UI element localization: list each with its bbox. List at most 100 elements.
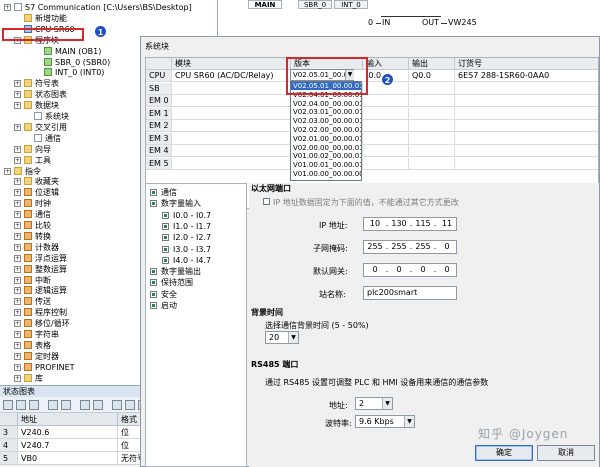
expand-icon[interactable]: + [14, 276, 21, 284]
chevron-down-icon[interactable]: ▼ [404, 416, 414, 427]
grid-cell-order[interactable] [455, 120, 598, 132]
grid-cell-module[interactable] [172, 157, 291, 170]
expand-icon[interactable]: + [14, 80, 21, 88]
expand-icon[interactable]: + [14, 254, 21, 262]
grid-cell-module[interactable] [172, 95, 291, 107]
version-option[interactable]: V01.00.00_00.00.00 [291, 170, 361, 178]
version-option[interactable]: V02.03.00_00.00.01 [291, 117, 361, 125]
grid-cell-module[interactable] [172, 82, 291, 95]
grid-cell-order[interactable] [455, 145, 598, 157]
nav-checkbox[interactable] [150, 200, 157, 208]
grid-cell-module[interactable] [172, 132, 291, 145]
grid-cell-input[interactable] [363, 157, 409, 170]
baud-rate-select[interactable]: 9.6 Kbps ▼ [355, 415, 415, 428]
grid-cell-output[interactable] [409, 82, 455, 95]
toolbar-icon[interactable] [61, 400, 71, 410]
toolbar-icon[interactable] [93, 400, 103, 410]
ip-octet[interactable]: 0 [412, 264, 434, 276]
expand-icon[interactable]: + [14, 265, 21, 273]
grid-cell-input[interactable] [363, 107, 409, 120]
expand-icon[interactable]: + [14, 189, 21, 197]
nav-checkbox[interactable] [150, 290, 157, 298]
nav-checkbox[interactable] [162, 256, 169, 264]
nav-checkbox[interactable] [150, 302, 157, 309]
grid-cell-output[interactable] [409, 95, 455, 107]
version-option[interactable]: V02.00.00_00.00.01 [291, 144, 361, 152]
grid-cell-order[interactable] [455, 133, 598, 145]
address-cell[interactable]: V240.7 [18, 439, 118, 452]
grid-cell-input[interactable] [363, 132, 409, 145]
ok-button[interactable]: 确定 [475, 445, 533, 461]
expand-icon[interactable]: + [14, 298, 21, 306]
grid-cell-output[interactable] [409, 145, 455, 157]
grid-cell-input[interactable] [363, 145, 409, 157]
version-option[interactable]: V01.00.02_00.00.01 [291, 152, 361, 160]
ip-octet[interactable]: 0 [436, 264, 458, 276]
expand-icon[interactable]: + [14, 123, 21, 131]
ip-octet[interactable]: 0 [364, 264, 386, 276]
subnet-mask-field[interactable]: 255. 255. 255. 0 [363, 240, 457, 254]
version-option[interactable]: V02.03.01_00.00.01 [291, 108, 361, 116]
cancel-button[interactable]: 取消 [537, 445, 595, 461]
toolbar-icon[interactable] [16, 400, 26, 410]
toolbar-icon[interactable] [29, 400, 39, 410]
toolbar-icon[interactable] [80, 400, 90, 410]
version-option[interactable]: V02.01.00_00.00.01 [291, 135, 361, 143]
ip-octet[interactable]: 10 [364, 218, 386, 230]
background-time-select[interactable]: 20 ▼ [265, 331, 299, 344]
grid-cell-input[interactable] [363, 120, 409, 132]
toolbar-icon[interactable] [3, 400, 13, 410]
expand-icon[interactable]: + [14, 145, 21, 153]
expand-icon[interactable]: + [14, 309, 21, 317]
expand-icon[interactable]: + [14, 331, 21, 338]
fixed-ip-checkbox[interactable] [263, 198, 270, 205]
ip-octet[interactable]: 255 [364, 241, 386, 253]
expand-icon[interactable]: + [14, 363, 21, 371]
expand-icon[interactable]: + [14, 222, 21, 229]
grid-cell-output[interactable]: Q0.0 [409, 70, 455, 82]
expand-icon[interactable]: + [14, 320, 21, 328]
grid-cell-order[interactable] [455, 95, 598, 107]
grid-cell-order[interactable] [455, 108, 598, 120]
ip-address-field[interactable]: 10. 130. 115. 11 [363, 217, 457, 231]
nav-checkbox[interactable] [150, 189, 157, 196]
toolbar-icon[interactable] [125, 400, 135, 410]
toolbar-icon[interactable] [48, 400, 58, 410]
nav-checkbox[interactable] [150, 279, 157, 287]
grid-cell-output[interactable] [409, 107, 455, 120]
rs485-address-select[interactable]: 2 ▼ [355, 397, 393, 410]
nav-checkbox[interactable] [150, 268, 157, 276]
expand-icon[interactable]: + [4, 167, 11, 175]
ip-octet[interactable]: 255 [412, 241, 434, 253]
address-cell[interactable]: VB0 [18, 452, 118, 465]
address-cell[interactable]: V240.6 [18, 426, 118, 439]
grid-cell-order[interactable]: 6ES7 288-1SR60-0AA0 [455, 70, 598, 82]
ip-octet[interactable]: 0 [388, 264, 410, 276]
gateway-field[interactable]: 0.0.0.0 [363, 263, 457, 277]
tab-sbr0[interactable]: SBR_0 [298, 0, 332, 9]
nav-checkbox[interactable] [162, 234, 169, 242]
expand-icon[interactable]: + [14, 243, 21, 251]
expand-icon[interactable]: + [14, 341, 21, 349]
ip-octet[interactable]: 11 [436, 218, 458, 230]
grid-cell-module[interactable] [172, 145, 291, 157]
expand-icon[interactable]: + [14, 200, 21, 208]
expand-icon[interactable]: + [14, 232, 21, 240]
version-option[interactable]: V02.02.00_00.00.01 [291, 126, 361, 134]
tab-main[interactable]: MAIN [248, 0, 282, 9]
nav-checkbox[interactable] [162, 211, 169, 219]
chevron-down-icon[interactable]: ▼ [382, 398, 392, 409]
grid-cell-module[interactable] [172, 107, 291, 120]
ip-octet[interactable]: 115 [412, 218, 434, 230]
expand-icon[interactable]: + [14, 211, 21, 219]
ip-octet[interactable]: 0 [436, 241, 458, 253]
grid-cell-order[interactable] [455, 158, 598, 170]
grid-cell-input[interactable] [363, 95, 409, 107]
grid-cell-output[interactable] [409, 157, 455, 170]
grid-cell-module[interactable] [172, 120, 291, 132]
nav-checkbox[interactable] [162, 222, 169, 230]
station-name-field[interactable]: plc200smart [363, 286, 457, 300]
expand-icon[interactable]: + [14, 287, 21, 295]
tab-int0[interactable]: INT_0 [334, 0, 368, 9]
grid-cell-module[interactable]: CPU SR60 (AC/DC/Relay) [172, 70, 291, 82]
